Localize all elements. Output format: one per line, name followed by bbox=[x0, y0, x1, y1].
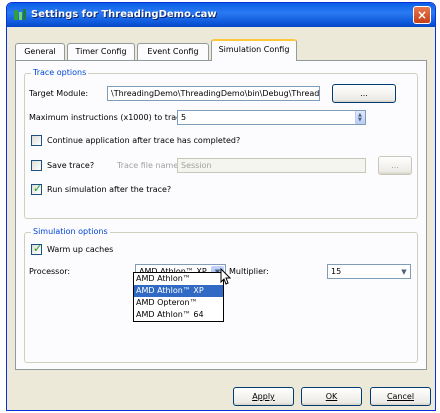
processor-option[interactable]: AMD Opteron™ bbox=[134, 297, 223, 309]
simulation-options-title: Simulation options bbox=[31, 227, 110, 236]
multiplier-label: Multiplier: bbox=[229, 267, 269, 276]
processor-dropdown-list: AMD Athlon™ AMD Athlon™ XP AMD Opteron™ … bbox=[133, 272, 224, 322]
settings-dialog: Settings for ThreadingDemo.caw × General… bbox=[6, 2, 436, 411]
save-trace-label: Save trace? bbox=[47, 161, 95, 170]
close-icon: × bbox=[416, 8, 428, 22]
tab-panel: Trace options Target Module: \ThreadingD… bbox=[15, 60, 427, 370]
max-instructions-label: Maximum instructions (x1000) to trace: bbox=[29, 113, 189, 122]
apply-button-label: Apply bbox=[252, 392, 275, 401]
checkmark-icon: ✓ bbox=[33, 182, 43, 195]
target-module-field[interactable]: \ThreadingDemo\ThreadingDemo\bin\Debug\T… bbox=[107, 86, 320, 101]
tab-strip: General Timer Config Event Config Simula… bbox=[15, 39, 427, 61]
tab-event-config[interactable]: Event Config bbox=[137, 43, 209, 60]
trace-file-browse-button[interactable]: ... bbox=[378, 156, 412, 175]
processor-option[interactable]: AMD Athlon™ 64 bbox=[134, 309, 223, 321]
app-icon bbox=[14, 9, 26, 20]
mouse-pointer-icon bbox=[220, 268, 231, 285]
max-instructions-value: 5 bbox=[181, 113, 187, 122]
multiplier-combobox[interactable]: 15 ▼ bbox=[327, 264, 411, 279]
checkmark-icon: ✓ bbox=[33, 242, 43, 255]
chevron-down-icon[interactable]: ▼ bbox=[399, 266, 409, 278]
continue-app-label: Continue application after trace has com… bbox=[47, 136, 241, 145]
close-button[interactable]: × bbox=[413, 6, 431, 24]
target-module-label: Target Module: bbox=[29, 89, 89, 98]
ok-button[interactable]: OK bbox=[301, 387, 362, 406]
tab-simulation-config[interactable]: Simulation Config bbox=[211, 39, 297, 61]
trace-file-name-field[interactable]: Session bbox=[177, 158, 366, 173]
target-module-browse-button[interactable]: ... bbox=[332, 84, 396, 103]
window-title: Settings for ThreadingDemo.caw bbox=[31, 9, 217, 20]
tab-general[interactable]: General bbox=[15, 43, 65, 60]
run-simulation-checkbox[interactable]: ✓ bbox=[31, 182, 43, 195]
run-simulation-label: Run simulation after the trace? bbox=[47, 185, 172, 194]
max-instructions-spinner[interactable]: ▲ ▼ bbox=[355, 111, 365, 124]
trace-options-title: Trace options bbox=[31, 68, 89, 77]
warm-up-caches-label: Warm up caches bbox=[47, 245, 114, 254]
ok-button-label: OK bbox=[325, 392, 338, 401]
processor-option[interactable]: AMD Athlon™ bbox=[134, 273, 223, 285]
cancel-button[interactable]: Cancel bbox=[370, 387, 431, 406]
max-instructions-field[interactable]: 5 ▲ ▼ bbox=[177, 110, 366, 125]
trace-options-group: Trace options Target Module: \ThreadingD… bbox=[24, 68, 418, 219]
trace-file-name-label: Trace file name: bbox=[117, 161, 181, 170]
warm-up-caches-checkbox[interactable]: ✓ bbox=[31, 242, 43, 255]
continue-app-checkbox[interactable] bbox=[31, 135, 42, 146]
processor-option-selected[interactable]: AMD Athlon™ XP bbox=[134, 285, 223, 297]
multiplier-value: 15 bbox=[331, 267, 342, 276]
processor-label: Processor: bbox=[29, 267, 71, 276]
cancel-button-label: Cancel bbox=[386, 392, 415, 401]
tab-timer-config[interactable]: Timer Config bbox=[67, 43, 135, 60]
apply-button[interactable]: Apply bbox=[233, 387, 294, 406]
save-trace-checkbox[interactable] bbox=[31, 160, 42, 171]
spin-down-icon[interactable]: ▼ bbox=[358, 117, 362, 123]
title-bar[interactable]: Settings for ThreadingDemo.caw × bbox=[7, 3, 435, 27]
